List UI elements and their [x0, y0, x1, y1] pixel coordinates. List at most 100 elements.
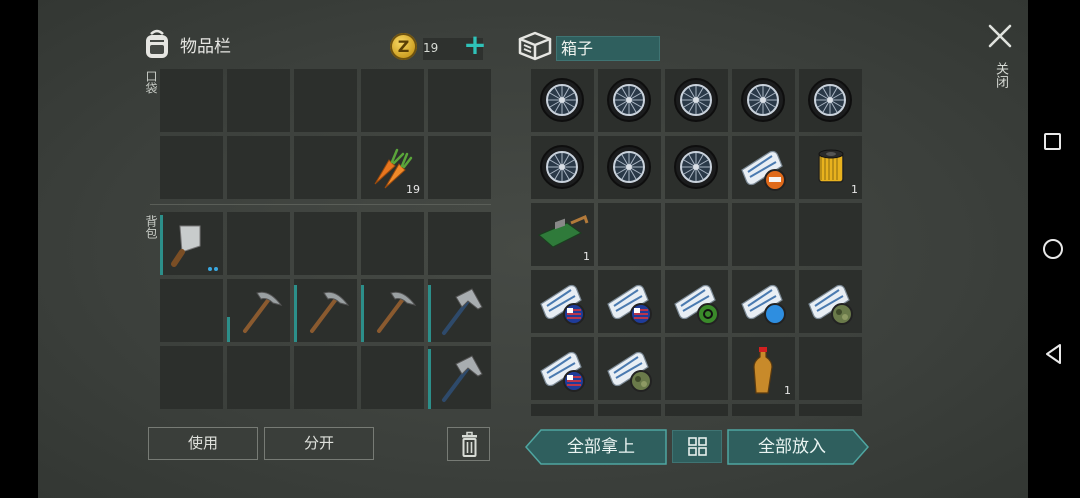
- inventory-header: 物品栏: [142, 28, 231, 60]
- box-slot[interactable]: [531, 337, 594, 400]
- box-slot[interactable]: [732, 270, 795, 333]
- box-slot[interactable]: [531, 404, 594, 416]
- box-name-field[interactable]: 箱子: [556, 36, 660, 61]
- backpack-slot[interactable]: [361, 346, 424, 409]
- backpack-slot[interactable]: [227, 346, 290, 409]
- box-slot[interactable]: [531, 136, 594, 199]
- box-slot[interactable]: [665, 136, 728, 199]
- pocket-slot[interactable]: [428, 136, 491, 199]
- pickaxe-icon: [377, 291, 417, 333]
- backpack-slot[interactable]: [160, 212, 223, 275]
- durability-bar: [361, 285, 364, 342]
- hammer-icon: [442, 288, 483, 335]
- box-slot[interactable]: [665, 270, 728, 333]
- trash-icon: [462, 431, 477, 457]
- wheel-icon: [607, 145, 651, 189]
- blueprint-scroll-icon: [607, 351, 652, 392]
- pocket-slot[interactable]: [294, 136, 357, 199]
- pocket-slot[interactable]: [294, 69, 357, 132]
- box-slot[interactable]: [732, 404, 795, 416]
- coin-symbol: Z: [397, 37, 410, 56]
- trash-button[interactable]: [447, 427, 490, 461]
- pocket-slot[interactable]: [361, 69, 424, 132]
- system-navbar: [1028, 0, 1080, 498]
- backpack-label: 背包: [144, 215, 158, 239]
- backpack-slot[interactable]: [160, 346, 223, 409]
- box-slot[interactable]: [598, 404, 661, 416]
- box-slot[interactable]: [799, 69, 862, 132]
- durability-bar: [227, 317, 230, 342]
- box-slot[interactable]: [799, 404, 862, 416]
- wheel-icon: [674, 78, 718, 122]
- box-slot[interactable]: [598, 337, 661, 400]
- box-slot[interactable]: [598, 203, 661, 266]
- backpack-slot[interactable]: [361, 212, 424, 275]
- inventory-title: 物品栏: [180, 36, 231, 57]
- box-slot[interactable]: [531, 69, 594, 132]
- box-slot[interactable]: [665, 337, 728, 400]
- pocket-slot[interactable]: 19: [361, 136, 424, 199]
- box-slot[interactable]: [531, 270, 594, 333]
- pickaxe-icon: [243, 291, 283, 333]
- box-slot[interactable]: 1: [732, 337, 795, 400]
- item-count: 19: [406, 183, 420, 196]
- circle-icon[interactable]: [1043, 239, 1063, 259]
- use-button[interactable]: 使用: [148, 427, 258, 460]
- close-label[interactable]: 关闭: [990, 62, 1008, 88]
- box-slot[interactable]: [598, 136, 661, 199]
- durability-bar: [428, 285, 431, 342]
- triangle-back-icon[interactable]: [1043, 343, 1065, 365]
- pocket-slot[interactable]: [160, 136, 223, 199]
- sort-button[interactable]: [672, 430, 722, 463]
- box-slot[interactable]: [799, 270, 862, 333]
- blueprint-scroll-icon: [607, 284, 652, 325]
- split-button[interactable]: 分开: [264, 427, 374, 460]
- square-icon[interactable]: [1044, 133, 1061, 150]
- pocket-slot[interactable]: [428, 69, 491, 132]
- box-slot[interactable]: [598, 270, 661, 333]
- box-slot[interactable]: [732, 69, 795, 132]
- backpack-slot[interactable]: [361, 279, 424, 342]
- box-slot[interactable]: [665, 203, 728, 266]
- box-slot[interactable]: [732, 136, 795, 199]
- box-slot[interactable]: [665, 404, 728, 416]
- backpack-slot[interactable]: [227, 212, 290, 275]
- box-slot[interactable]: [665, 69, 728, 132]
- backpack-slot[interactable]: [227, 279, 290, 342]
- durability-bar: [160, 215, 163, 275]
- blueprint-scroll-icon: [540, 351, 585, 392]
- grid-icon: [688, 437, 707, 456]
- backpack-slot[interactable]: [428, 346, 491, 409]
- pocket-slot[interactable]: [160, 69, 223, 132]
- box-slot[interactable]: [732, 203, 795, 266]
- backpack-slot[interactable]: [428, 212, 491, 275]
- blueprint-scroll-icon: [540, 284, 585, 325]
- item-count: 1: [583, 250, 590, 263]
- box-slot[interactable]: 1: [531, 203, 594, 266]
- backpack-slot[interactable]: [160, 279, 223, 342]
- box-slot[interactable]: [598, 69, 661, 132]
- plus-icon[interactable]: +: [462, 31, 488, 59]
- blueprint-scroll-icon: [674, 284, 719, 325]
- wheel-icon: [540, 78, 584, 122]
- pocket-slot[interactable]: [227, 69, 290, 132]
- backpack-slot[interactable]: [428, 279, 491, 342]
- backpack-slot[interactable]: [294, 279, 357, 342]
- pocket-slot[interactable]: [227, 136, 290, 199]
- put-all-button[interactable]: 全部放入: [730, 430, 854, 464]
- durability-bar: [294, 285, 297, 342]
- backpack-slot[interactable]: [294, 346, 357, 409]
- box-slot[interactable]: [799, 203, 862, 266]
- close-icon[interactable]: [986, 22, 1014, 50]
- wheel-icon: [674, 145, 718, 189]
- status-dots: [208, 267, 218, 271]
- box-slot[interactable]: [799, 337, 862, 400]
- take-all-button[interactable]: 全部拿上: [540, 430, 662, 464]
- cleaver-icon: [171, 225, 201, 267]
- blueprint-scroll-icon: [741, 284, 786, 325]
- wheel-icon: [540, 145, 584, 189]
- box-slot[interactable]: 1: [799, 136, 862, 199]
- backpack-slot[interactable]: [294, 212, 357, 275]
- pickaxe-icon: [310, 291, 350, 333]
- coin-count: 19: [423, 41, 439, 55]
